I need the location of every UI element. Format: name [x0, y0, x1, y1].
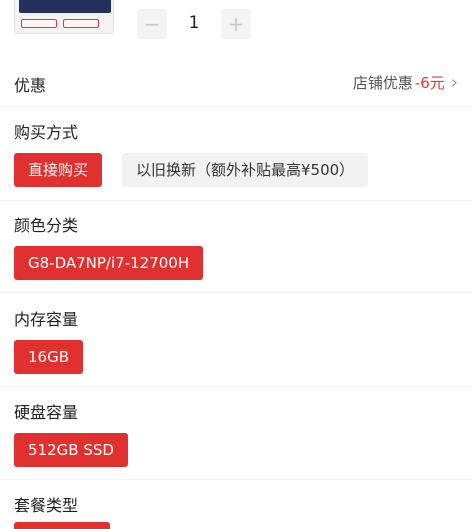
thumbnail-tag: [21, 19, 57, 28]
chevron-right-icon: ›: [450, 72, 458, 93]
product-header: − 1 +: [0, 0, 472, 50]
option-direct-purchase[interactable]: 直接购买: [14, 153, 103, 187]
package-type-label: 套餐类型: [14, 496, 79, 515]
thumbnail-banner: [19, 0, 111, 13]
discount-selector[interactable]: 店铺优惠 -6元 ›: [353, 72, 458, 93]
discount-amount: -6元: [414, 74, 445, 92]
option-storage-512gb[interactable]: 512GB SSD: [14, 433, 128, 467]
divider: [0, 106, 472, 107]
option-color-model[interactable]: G8-DA7NP/i7-12700H: [14, 246, 204, 280]
divider: [0, 479, 472, 480]
quantity-value[interactable]: 1: [180, 13, 208, 33]
discount-label: 优惠: [14, 76, 47, 95]
purchase-method-label: 购买方式: [14, 123, 79, 142]
option-memory-16gb[interactable]: 16GB: [14, 340, 84, 374]
option-package[interactable]: [14, 522, 110, 529]
discount-prefix: 店铺优惠: [352, 74, 413, 92]
thumbnail-tag: [63, 19, 99, 28]
storage-capacity-label: 硬盘容量: [14, 403, 79, 422]
divider: [0, 200, 472, 201]
color-category-label: 颜色分类: [14, 216, 79, 235]
memory-capacity-label: 内存容量: [14, 310, 79, 329]
option-trade-in[interactable]: 以旧换新（额外补贴最高¥500）: [122, 153, 369, 187]
quantity-increase-button[interactable]: +: [221, 9, 251, 39]
product-thumbnail[interactable]: [14, 0, 114, 34]
quantity-decrease-button[interactable]: −: [137, 9, 167, 39]
divider: [0, 292, 472, 293]
divider: [0, 386, 472, 387]
